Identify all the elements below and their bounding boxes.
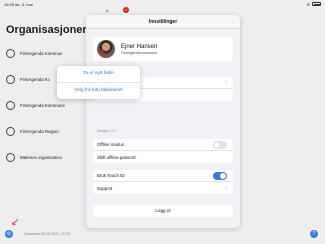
status-bar: 19:28 lør. 5. mai ≋: [0, 0, 325, 9]
offline-mode-label: Offline modus: [97, 142, 125, 147]
logout-button[interactable]: Logg ut: [93, 205, 233, 217]
page-title: Organisasjoner: [6, 24, 87, 36]
change-offline-password-button[interactable]: Skift offline-passord.: [93, 151, 233, 163]
annotation-arrow-icon: ↙: [11, 217, 20, 228]
gear-icon: ⚙: [6, 231, 12, 237]
list-item-label: Mølenes organisation: [20, 154, 62, 160]
offline-mode-row: Offline modus: [93, 139, 233, 151]
touch-id-row: Bruk Touch ID: [93, 170, 233, 182]
radio-button[interactable]: [6, 74, 15, 84]
help-button[interactable]: ?: [310, 230, 318, 238]
battery-icon: [312, 2, 321, 6]
take-photo-button[interactable]: Ta et nytt bilde: [57, 66, 140, 83]
version-label: Version 7.0.7: [97, 129, 117, 133]
radio-button[interactable]: [6, 100, 15, 110]
status-time: 19:28 lør. 5. mai: [4, 2, 33, 7]
touch-id-toggle[interactable]: [213, 172, 227, 180]
radio-button[interactable]: [6, 48, 15, 58]
support-label: Support: [97, 185, 113, 191]
support-row[interactable]: Support ›: [93, 182, 233, 194]
last-updated-text: Opdateret 05.05.2023, 10:30: [24, 232, 70, 236]
list-item-label: FirstAgenda Kommune: [20, 102, 65, 108]
list-item[interactable]: FirstAgenda Kommun: [6, 40, 86, 66]
chevron-right-icon: ›: [225, 80, 227, 86]
photo-source-popover: Ta et nytt bilde Velg fra foto bibliotek…: [57, 66, 140, 99]
profile-org: FirstAgenda kommune: [121, 50, 158, 55]
list-item[interactable]: FirstAgenda Region: [6, 118, 86, 144]
list-item-label: FirstAgenda Kommun: [20, 50, 63, 56]
profile-card[interactable]: Ejner Hansen FirstAgenda kommune: [93, 37, 233, 61]
settings-button[interactable]: ⚙: [5, 230, 13, 238]
list-item-label: FirstAgenda Kc: [20, 76, 51, 82]
radio-button[interactable]: [6, 126, 15, 136]
chevron-right-icon: ›: [225, 185, 227, 191]
radio-button[interactable]: [6, 152, 15, 162]
choose-from-library-button[interactable]: Velg fra foto biblioteket: [57, 83, 140, 100]
annotation-arrow-icon: ↩: [96, 49, 108, 59]
touch-id-label: Bruk Touch ID: [97, 173, 125, 178]
notification-badge: 1: [123, 7, 129, 13]
organisation-list: FirstAgenda Kommun FirstAgenda Kc FirstA…: [6, 40, 86, 170]
list-item[interactable]: Mølenes organisation: [6, 144, 86, 170]
settings-modal: Innstillinger Ejner Hansen FirstAgenda k…: [86, 15, 240, 228]
top-toolbar-label[interactable]: K: [106, 8, 109, 13]
modal-title: Innstillinger: [86, 15, 240, 29]
offline-mode-toggle[interactable]: [213, 141, 227, 149]
profile-name: Ejner Hansen: [121, 43, 158, 50]
list-item-label: FirstAgenda Region: [20, 128, 59, 134]
status-icons: ≋: [307, 2, 321, 7]
wifi-icon: ≋: [306, 1, 310, 7]
